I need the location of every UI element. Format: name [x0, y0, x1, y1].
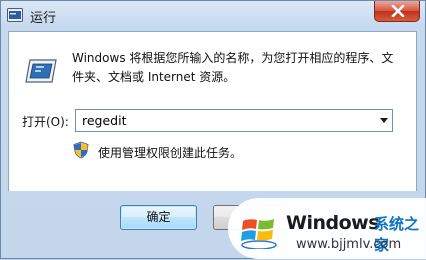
open-combobox[interactable]: regedit	[75, 109, 393, 132]
run-app-icon	[7, 8, 23, 22]
admin-privilege-note: 使用管理权限创建此任务。	[98, 146, 243, 160]
ok-button[interactable]: 确定	[120, 205, 197, 230]
watermark-brand: Windows	[286, 212, 380, 234]
window-title: 运行	[30, 11, 57, 26]
open-label: 打开(O):	[22, 115, 69, 129]
dialog-body: Windows 将根据您所输入的名称，为您打开相应的程序、文件夹、文档或 Int…	[8, 31, 417, 191]
dialog-description: Windows 将根据您所输入的名称，为您打开相应的程序、文件夹、文档或 Int…	[72, 51, 394, 84]
title-bar[interactable]: 运行	[1, 1, 425, 31]
uac-shield-icon	[73, 141, 89, 159]
watermark-url: www.bjjmlv.com	[296, 237, 402, 252]
windows-logo-icon	[241, 219, 277, 249]
close-button[interactable]	[374, 1, 420, 22]
open-input-value[interactable]: regedit	[82, 113, 127, 128]
watermark: Windows 系统之家 www.bjjmlv.com	[228, 198, 426, 259]
run-program-icon	[25, 59, 57, 83]
chevron-down-icon[interactable]	[380, 118, 388, 123]
close-icon	[391, 5, 405, 17]
